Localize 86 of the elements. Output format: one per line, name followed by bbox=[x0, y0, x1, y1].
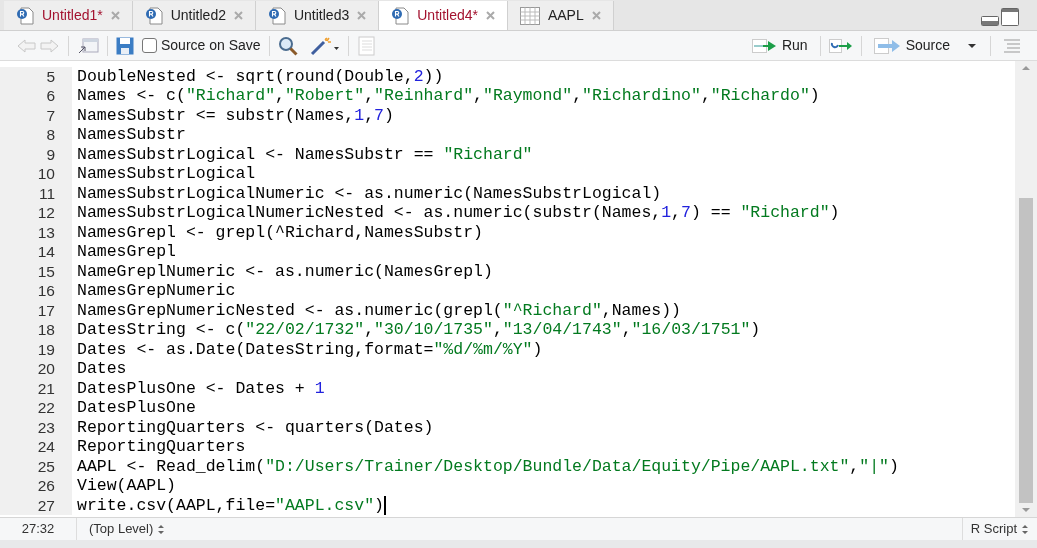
run-button[interactable]: Run bbox=[747, 35, 812, 56]
code-line: ReportingQuarters bbox=[76, 437, 246, 457]
line-number: 18 bbox=[0, 320, 72, 340]
code-line: NamesGrepNumericNested <- as.numeric(grepl("^Richard",Names)) bbox=[76, 300, 682, 320]
code-line: NamesGrepl <- grepl(^Richard,NamesSubstr) bbox=[76, 222, 483, 242]
line-number: 11 bbox=[0, 183, 72, 203]
rerun-icon[interactable] bbox=[828, 38, 853, 53]
file-tab[interactable]: AAPL bbox=[507, 1, 614, 30]
line-number: 19 bbox=[0, 339, 72, 359]
code-line: DatesString <- c("22/02/1732","30/10/1735","13/04/1743","16/03/1751") bbox=[76, 320, 761, 340]
source-on-save-label[interactable]: Source on Save bbox=[161, 35, 261, 56]
code-line: View(AAPL) bbox=[76, 476, 177, 496]
line-number: 21 bbox=[0, 378, 72, 398]
notebook-icon[interactable] bbox=[356, 35, 375, 56]
code-line: NamesSubstrLogical <- NamesSubstr == "Richard" bbox=[76, 144, 533, 164]
source-arrow-icon bbox=[873, 37, 902, 54]
r-document-icon bbox=[16, 6, 34, 25]
cursor-position: 27:32 bbox=[20, 520, 56, 539]
code-line: DatesPlusOne bbox=[76, 398, 196, 418]
code-line: Dates <- as.Date(DatesString,format="%d/%m/%Y") bbox=[76, 339, 543, 359]
line-number: 26 bbox=[0, 476, 72, 496]
search-icon[interactable] bbox=[277, 35, 298, 56]
line-number: 10 bbox=[0, 164, 72, 184]
line-number: 22 bbox=[0, 398, 72, 418]
code-line: DatesPlusOne <- Dates + 1 bbox=[76, 378, 325, 398]
close-icon[interactable] bbox=[233, 11, 243, 20]
file-tab[interactable]: Untitled3 bbox=[255, 1, 380, 30]
code-line: NamesGrepNumeric bbox=[76, 281, 236, 301]
run-arrow-icon bbox=[751, 38, 778, 53]
code-line: NamesSubstr <= substr(Names,1,7) bbox=[76, 105, 394, 125]
line-number: 14 bbox=[0, 242, 72, 262]
line-number: 20 bbox=[0, 359, 72, 379]
maximize-pane-icon[interactable] bbox=[1001, 8, 1019, 26]
outline-icon[interactable] bbox=[1003, 38, 1021, 53]
code-line: Dates bbox=[76, 359, 127, 379]
code-line: DoubleNested <- sqrt(round(Double,2)) bbox=[76, 66, 444, 86]
code-line: NamesSubstrLogicalNumeric <- as.numeric(NamesSubstrLogical) bbox=[76, 183, 662, 203]
code-line: NamesGrepl bbox=[76, 242, 177, 262]
close-icon[interactable] bbox=[357, 11, 367, 20]
line-number: 15 bbox=[0, 261, 72, 281]
line-number: 9 bbox=[0, 144, 72, 164]
minimize-pane-icon[interactable] bbox=[981, 16, 999, 26]
magic-wand-icon[interactable] bbox=[309, 35, 340, 56]
table-icon bbox=[519, 6, 540, 25]
line-number: 8 bbox=[0, 125, 72, 145]
up-down-icon bbox=[1021, 523, 1029, 535]
line-number: 6 bbox=[0, 86, 72, 106]
line-number: 13 bbox=[0, 222, 72, 242]
code-line: NamesSubstr bbox=[76, 125, 186, 145]
file-type-selector[interactable]: R Script bbox=[962, 519, 1037, 539]
file-tab[interactable]: Untitled2 bbox=[132, 1, 256, 30]
code-line: NamesSubstrLogical bbox=[76, 164, 256, 184]
line-number: 23 bbox=[0, 417, 72, 437]
r-document-icon bbox=[391, 6, 410, 25]
line-number: 12 bbox=[0, 203, 72, 223]
scope-selector[interactable]: (Top Level) bbox=[77, 519, 178, 539]
back-forward-arrows-icon[interactable] bbox=[16, 37, 60, 54]
close-icon[interactable] bbox=[110, 11, 120, 20]
code-line: Names <- c("Richard","Robert","Reinhard","Raymond","Richardino","Richardo") bbox=[76, 86, 820, 106]
code-line: NamesSubstrLogicalNumericNested <- as.numeric(substr(Names,1,7) == "Richard") bbox=[76, 203, 840, 223]
code-line: write.csv(AAPL,file="AAPL.csv") bbox=[76, 495, 384, 515]
source-button[interactable]: Source bbox=[869, 35, 982, 56]
show-in-window-icon[interactable] bbox=[77, 36, 99, 55]
file-tab[interactable]: Untitled1* bbox=[4, 1, 133, 30]
line-number: 5 bbox=[0, 66, 72, 86]
line-number: 27 bbox=[0, 495, 72, 515]
close-icon[interactable] bbox=[485, 11, 495, 20]
r-document-icon bbox=[144, 6, 163, 25]
r-document-icon bbox=[267, 6, 286, 25]
code-line: NameGreplNumeric <- as.numeric(NamesGrepl) bbox=[76, 261, 493, 281]
caret-icon bbox=[966, 41, 978, 50]
line-number: 7 bbox=[0, 105, 72, 125]
file-tab[interactable]: Untitled4* bbox=[379, 1, 508, 30]
line-number: 24 bbox=[0, 437, 72, 457]
code-line: ReportingQuarters <- quarters(Dates) bbox=[76, 417, 434, 437]
line-number: 25 bbox=[0, 456, 72, 476]
save-icon[interactable] bbox=[116, 36, 134, 55]
line-number: 17 bbox=[0, 300, 72, 320]
scroll-up-icon[interactable] bbox=[1021, 65, 1031, 71]
scroll-down-icon[interactable] bbox=[1021, 507, 1031, 513]
code-line: AAPL <- Read_delim("D:/Users/Trainer/Desktop/Bundle/Data/Equity/Pipe/AAPL.txt","|") bbox=[76, 456, 899, 476]
up-down-icon bbox=[157, 523, 166, 535]
source-on-save-checkbox[interactable] bbox=[142, 38, 157, 53]
close-icon[interactable] bbox=[591, 11, 601, 20]
line-number: 16 bbox=[0, 281, 72, 301]
scrollbar[interactable] bbox=[1015, 61, 1037, 517]
